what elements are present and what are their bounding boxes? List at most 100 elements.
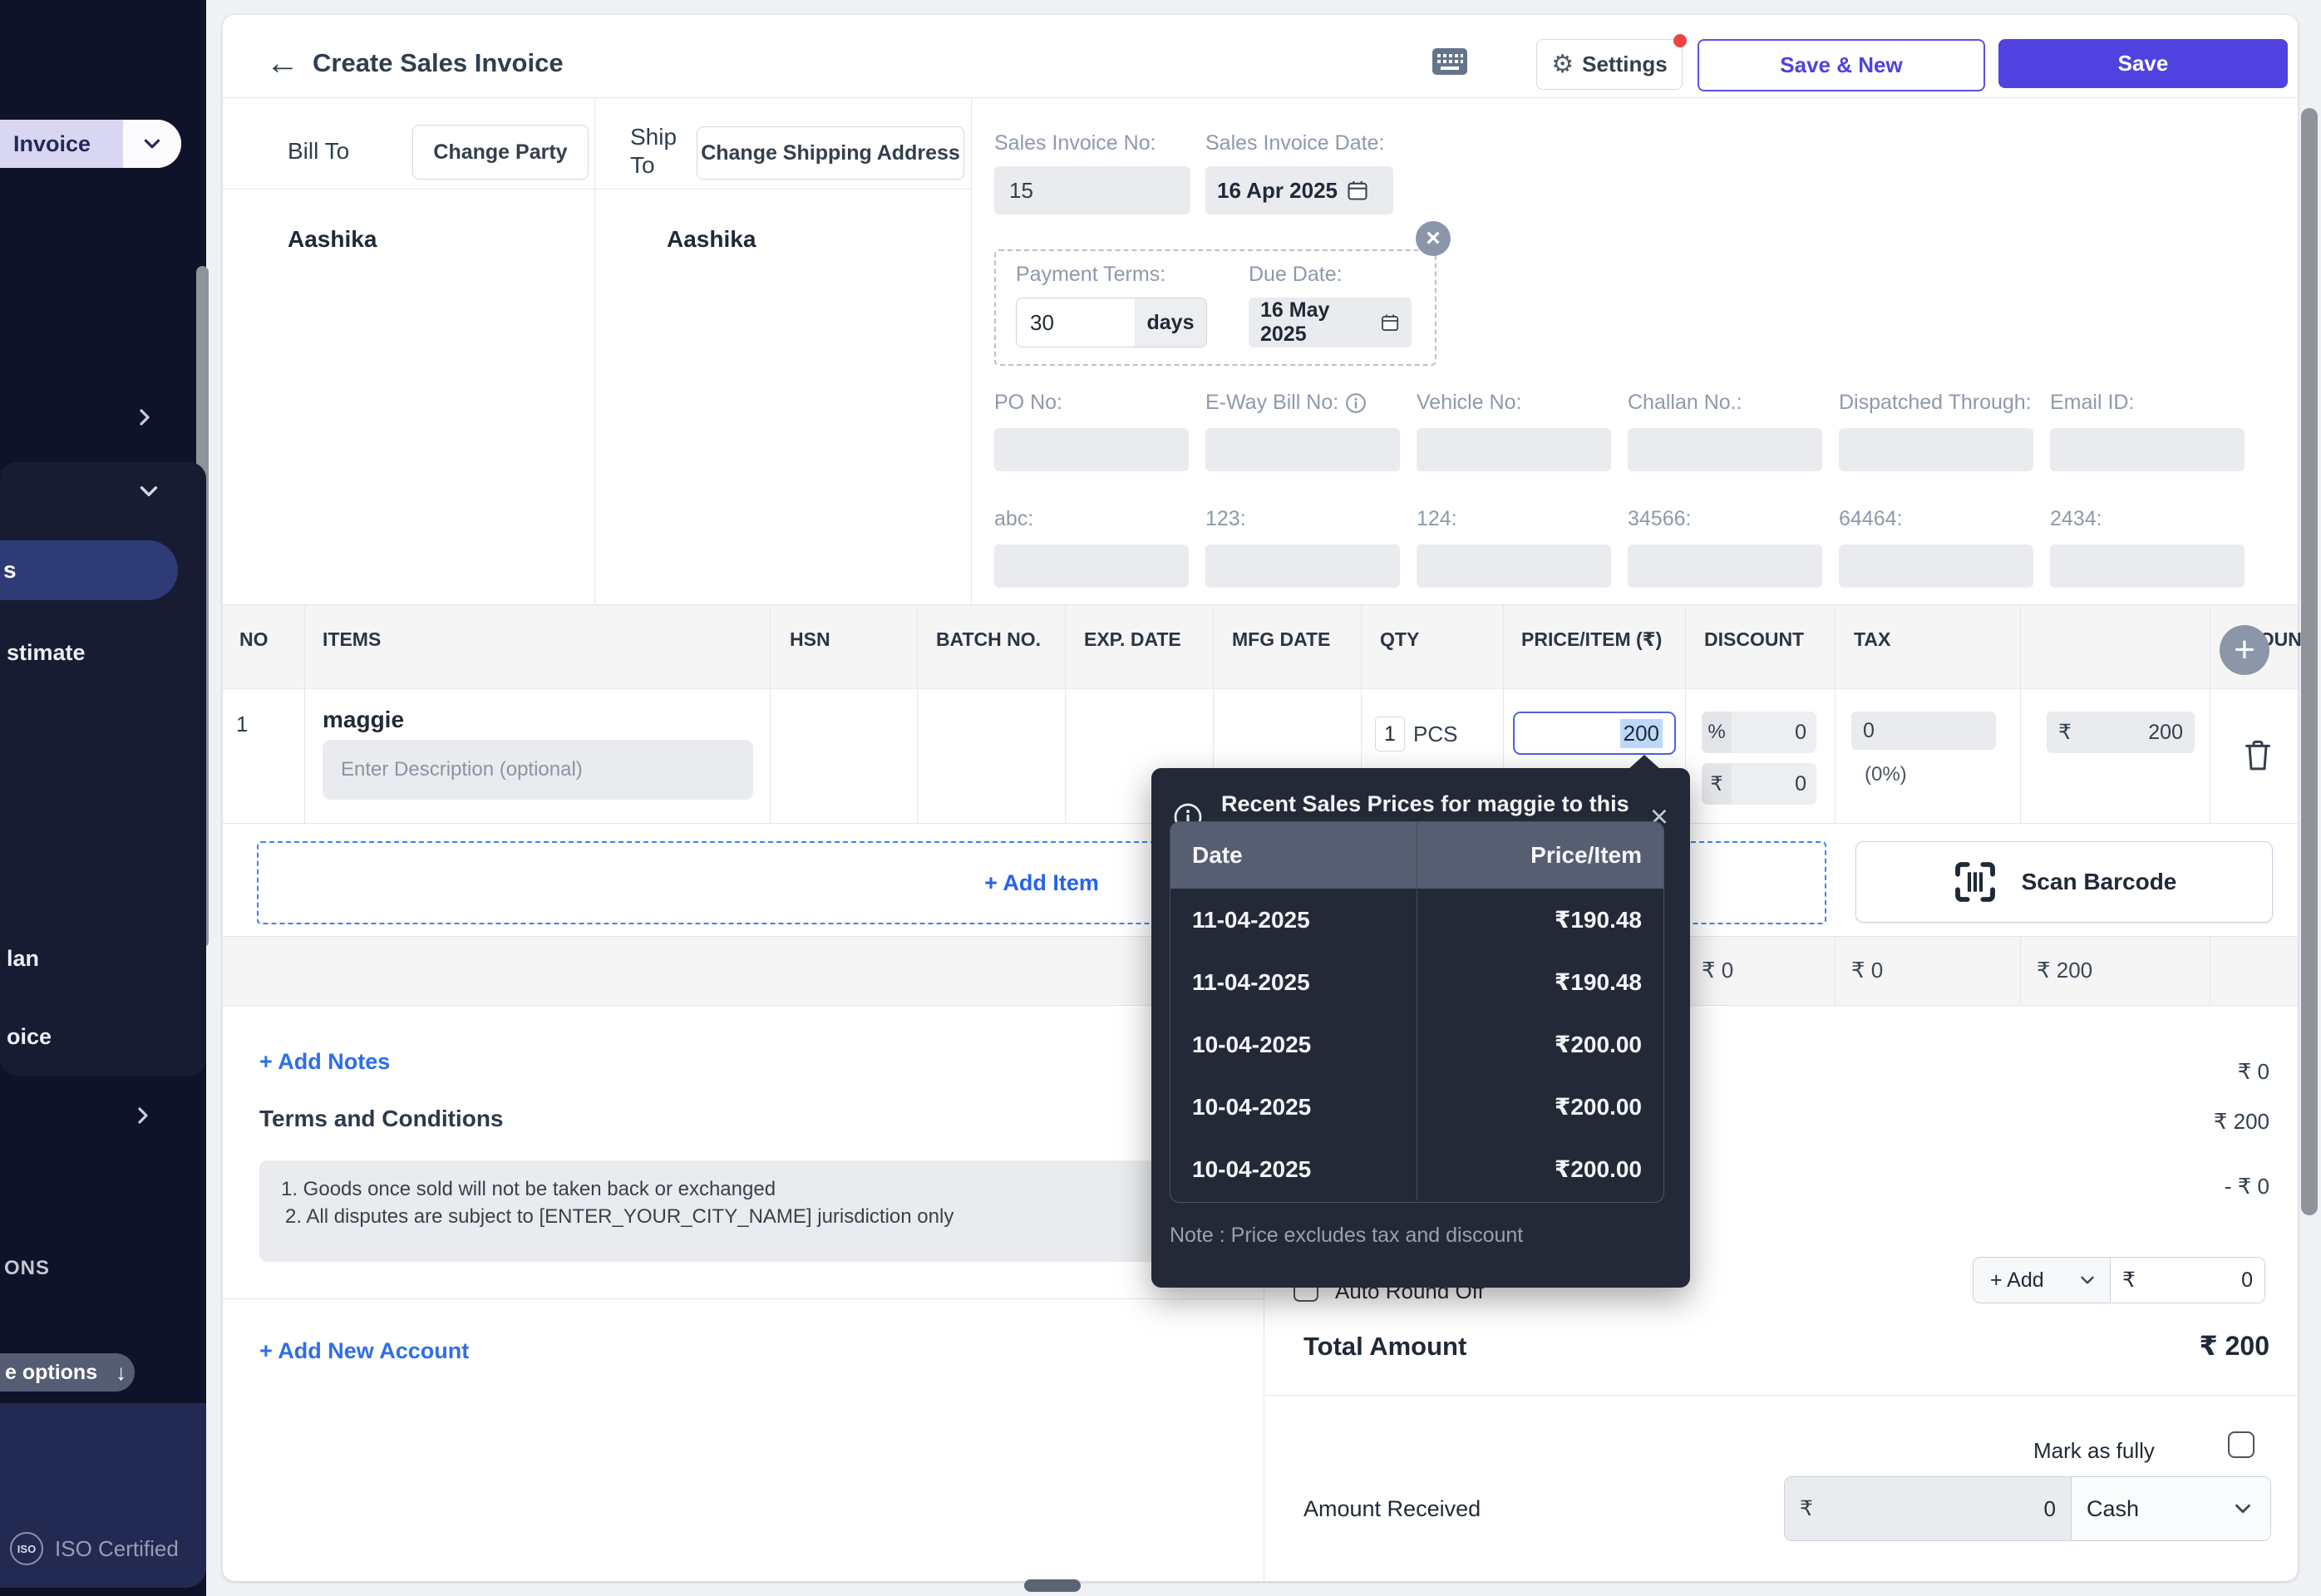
custom-field-124-input[interactable] <box>1417 544 1611 588</box>
ship-to-label: Ship To <box>630 123 697 180</box>
iso-certified-label: ISO Certified <box>55 1536 179 1562</box>
total-tax-value: ₹ 0 <box>1851 958 1883 983</box>
popup-row[interactable]: 10-04-2025 ₹200.00 <box>1170 1013 1663 1076</box>
settings-button[interactable]: ⚙ Settings <box>1536 39 1683 90</box>
discount-percent-value: 0 <box>1732 712 1816 753</box>
vehicle-no-input[interactable] <box>1417 428 1611 471</box>
change-shipping-address-button[interactable]: Change Shipping Address <box>697 126 964 180</box>
popup-row-price: ₹200.00 <box>1417 1013 1663 1076</box>
payment-terms-label: Payment Terms: <box>1016 263 1165 287</box>
sidebar-expand-chevron[interactable] <box>131 404 158 431</box>
shipto-form-divider <box>971 97 972 604</box>
popup-row[interactable]: 10-04-2025 ₹200.00 <box>1170 1138 1663 1200</box>
add-new-account-link[interactable]: + Add New Account <box>259 1338 469 1364</box>
mark-fully-paid-checkbox[interactable] <box>2228 1431 2254 1458</box>
eway-bill-input[interactable] <box>1205 428 1400 471</box>
col-header-tax: TAX <box>1854 628 1890 651</box>
custom-field-abc-input[interactable] <box>994 544 1189 588</box>
row-price-value-selected: 200 <box>1620 719 1663 748</box>
bill-to-party-name: Aashika <box>288 226 377 253</box>
add-charge-dropdown[interactable]: + Add <box>1974 1258 2110 1303</box>
save-and-new-button[interactable]: Save & New <box>1698 39 1985 91</box>
due-date-label: Due Date: <box>1249 263 1343 287</box>
invoice-date-value: 16 Apr 2025 <box>1217 178 1338 204</box>
row-discount-percent-input[interactable]: % 0 <box>1702 712 1816 753</box>
scan-barcode-label: Scan Barcode <box>2022 869 2177 895</box>
col-header-discount: DISCOUNT <box>1704 628 1804 651</box>
sidebar-item-proforma-invoice[interactable]: oice <box>7 1024 52 1050</box>
col-header-exp-date: EXP. DATE <box>1084 628 1181 651</box>
page-title: Create Sales Invoice <box>313 48 564 78</box>
challan-no-input[interactable] <box>1628 428 1822 471</box>
custom-field-34566-input[interactable] <box>1628 544 1822 588</box>
close-payment-terms-button[interactable]: × <box>1416 221 1451 256</box>
scan-barcode-button[interactable]: Scan Barcode <box>1855 841 2273 923</box>
custom-field-123-label: 123: <box>1205 507 1246 531</box>
popup-note: Note : Price excludes tax and discount <box>1170 1224 1523 1248</box>
settings-alert-dot <box>1673 34 1687 47</box>
sidebar-item-estimate[interactable]: stimate <box>7 640 86 666</box>
total-amount-label: Total Amount <box>1303 1332 1466 1362</box>
popup-row[interactable]: 11-04-2025 ₹190.48 <box>1170 889 1663 951</box>
window-vertical-scrollbar[interactable] <box>2301 108 2318 1215</box>
add-notes-link[interactable]: + Add Notes <box>259 1049 390 1075</box>
change-party-button[interactable]: Change Party <box>412 125 589 180</box>
dispatched-through-input[interactable] <box>1839 428 2033 471</box>
add-charge-control[interactable]: + Add ₹ 0 <box>1973 1257 2265 1303</box>
popup-table-header: Date Price/Item <box>1170 822 1663 889</box>
amount-received-control[interactable]: ₹ 0 Cash <box>1784 1476 2271 1541</box>
row-qty-unit[interactable]: PCS <box>1413 722 1457 747</box>
po-no-input[interactable] <box>994 428 1189 471</box>
payment-mode-dropdown[interactable]: Cash <box>2071 1477 2270 1540</box>
col-divider <box>1835 604 1836 823</box>
invoice-date-input[interactable]: 16 Apr 2025 <box>1205 166 1393 214</box>
row-item-name[interactable]: maggie <box>323 707 404 733</box>
col-header-hsn: HSN <box>790 628 830 651</box>
summary-value-1: ₹ 0 <box>2160 1059 2269 1085</box>
sidebar-collapse-chevron[interactable] <box>135 477 163 505</box>
add-charge-amount-input[interactable]: ₹ 0 <box>2110 1258 2264 1303</box>
custom-field-123-input[interactable] <box>1205 544 1400 588</box>
sidebar-item-sales-invoices-active[interactable]: s <box>0 540 178 600</box>
popup-row-date: 11-04-2025 <box>1170 969 1417 996</box>
payment-terms-input[interactable]: 30 days <box>1016 298 1207 347</box>
info-icon[interactable] <box>1345 392 1367 414</box>
invoice-pill-chevron[interactable] <box>123 120 181 168</box>
invoice-no-input[interactable]: 15 <box>994 166 1190 214</box>
col-divider <box>2020 604 2021 823</box>
window-horizontal-scrollbar[interactable] <box>1024 1579 1081 1592</box>
email-id-input[interactable] <box>2050 428 2245 471</box>
popup-row[interactable]: 10-04-2025 ₹200.00 <box>1170 1076 1663 1138</box>
amount-received-input[interactable]: ₹ 0 <box>1785 1477 2071 1540</box>
row-discount-amount-input[interactable]: ₹ 0 <box>1702 763 1816 805</box>
eway-bill-label-wrap: E-Way Bill No: <box>1205 391 1367 415</box>
invoice-date-label: Sales Invoice Date: <box>1205 131 1384 155</box>
popup-col-price: Price/Item <box>1417 822 1663 889</box>
chevron-down-icon <box>2077 1269 2098 1291</box>
row-price-input[interactable]: 200 <box>1513 712 1676 755</box>
app-screen: Invoice s stimate lan oice ONS e options… <box>0 0 2321 1596</box>
add-column-button[interactable]: + <box>2220 625 2269 675</box>
row-qty-input[interactable]: 1 <box>1375 717 1405 751</box>
keyboard-shortcuts-button[interactable] <box>1432 48 1467 75</box>
settings-label: Settings <box>1582 52 1668 77</box>
delete-row-button[interactable] <box>2241 736 2274 775</box>
due-date-input[interactable]: 16 May 2025 <box>1249 298 1412 347</box>
row-description-input[interactable]: Enter Description (optional) <box>323 740 753 800</box>
amount-currency: ₹ <box>2058 720 2072 745</box>
ship-to-party-name: Aashika <box>667 226 756 253</box>
sidebar-section-chevron[interactable] <box>130 1102 156 1129</box>
custom-field-2434-input[interactable] <box>2050 544 2245 588</box>
sidebar-item-challan[interactable]: lan <box>7 946 39 972</box>
popup-row-price: ₹200.00 <box>1417 1076 1663 1138</box>
terms-text-box[interactable]: 1. Goods once sold will not be taken bac… <box>259 1160 1237 1262</box>
row-tax-input[interactable]: 0 <box>1851 712 1996 750</box>
popup-row[interactable]: 11-04-2025 ₹190.48 <box>1170 951 1663 1013</box>
save-button[interactable]: Save <box>1998 39 2288 88</box>
invoice-type-dropdown[interactable]: Invoice <box>0 120 181 168</box>
back-button[interactable]: ← <box>266 45 299 82</box>
custom-field-64464-input[interactable] <box>1839 544 2033 588</box>
vehicle-no-label: Vehicle No: <box>1417 391 1521 415</box>
more-options-button[interactable]: e options ↓ <box>0 1353 135 1392</box>
col-header-items: ITEMS <box>323 628 381 651</box>
